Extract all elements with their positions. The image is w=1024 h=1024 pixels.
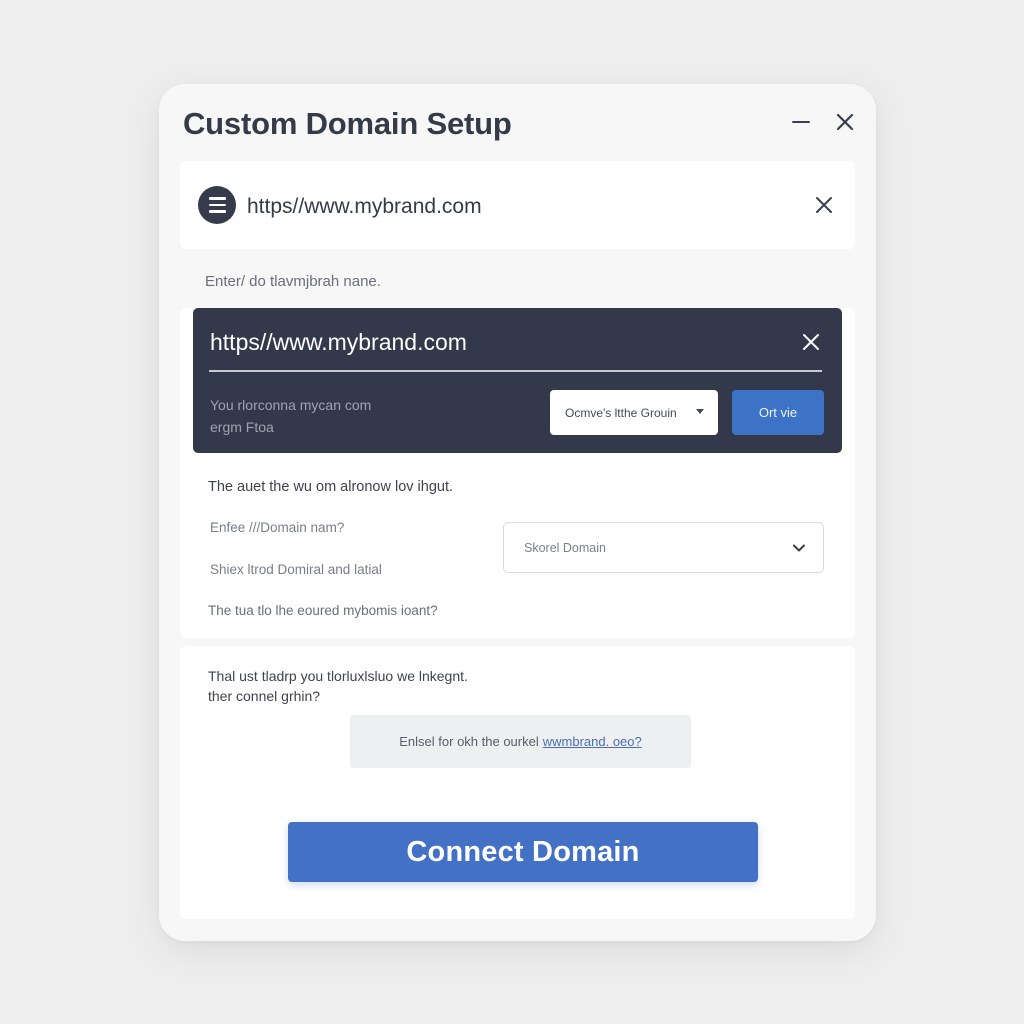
form-footer-label: The tua tlo lhe eoured mybomis ioant? [208,603,438,618]
menu-icon[interactable] [198,186,236,224]
connect-description-line2: ther connel grhin? [208,688,321,704]
clear-url-icon[interactable] [813,194,835,216]
caret-down-icon [696,409,704,414]
connect-card: Thal ust tladrp you tlorluxlsluo we lnke… [180,646,855,919]
domain-note: You rlorconna mycan com ergm Ftoa [210,394,371,438]
minimize-button[interactable] [787,108,815,136]
domain-note-line2: ergm Ftoa [210,419,274,435]
domain-note-line1: You rlorconna mycan com [210,397,372,413]
domain-name-label: Enfee ///Domain nam? [210,520,345,535]
hint-text: Enter/ do tlavmjbrah nane. [205,273,381,290]
domain-select-value: Skorel Domain [524,540,606,555]
close-button[interactable] [831,108,859,136]
chevron-down-icon [793,544,805,552]
domain-link[interactable]: wwmbrand. oeo? [543,734,642,749]
connect-description-line1: Thal ust tladrp you tlorluxlsluo we lnke… [208,668,468,684]
input-underline [209,370,822,372]
apply-button[interactable]: Ort vie [732,390,824,435]
custom-domain-dialog: Custom Domain Setup https//www.mybrand.c… [159,84,876,941]
link-box: Enlsel for okh the ourkel wwmbrand. oeo? [350,715,691,768]
domain-form-card: https//www.mybrand.com You rlorconna myc… [180,308,855,638]
clear-domain-icon[interactable] [800,331,822,353]
domain-input[interactable]: https//www.mybrand.com [210,329,467,356]
url-input[interactable]: https//www.mybrand.com [247,195,482,219]
domain-detail-label: Shiex ltrod Domiral and latial [210,562,382,577]
domain-type-value: Ocmve's ltthe Grouin [565,405,677,420]
domain-entry-panel: https//www.mybrand.com You rlorconna myc… [193,308,842,453]
connect-domain-button[interactable]: Connect Domain [288,822,758,882]
link-prefix: Enlsel for okh the ourkel [399,734,539,749]
domain-type-select[interactable]: Ocmve's ltthe Grouin [550,390,718,435]
domain-select[interactable]: Skorel Domain [503,522,824,573]
connect-description: Thal ust tladrp you tlorluxlsluo we lnke… [208,666,468,706]
url-bar: https//www.mybrand.com [180,161,855,249]
form-question: The auet the wu om alronow lov ihgut. [208,479,454,495]
close-icon [836,113,854,131]
dialog-title: Custom Domain Setup [183,106,512,141]
minimize-icon [792,120,810,124]
